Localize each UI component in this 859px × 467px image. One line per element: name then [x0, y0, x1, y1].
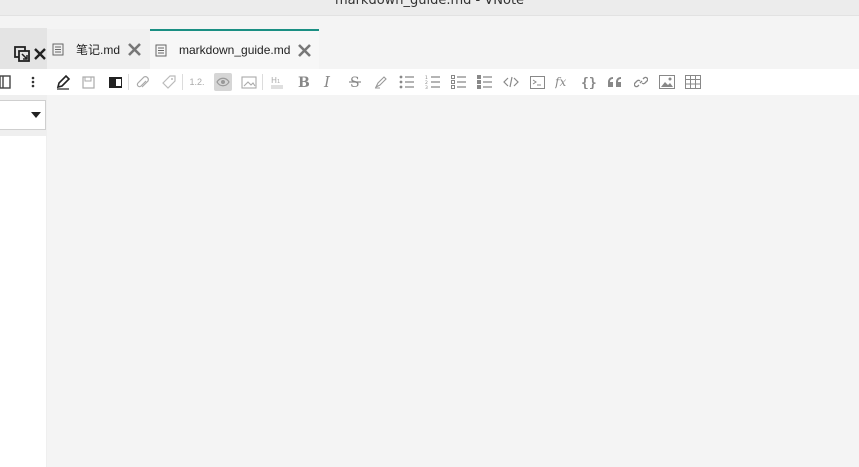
window-switch-icon[interactable] [14, 46, 30, 62]
more-vert-icon[interactable] [24, 73, 42, 91]
italic-icon[interactable]: I [320, 73, 338, 91]
inline-code-icon[interactable] [502, 73, 520, 91]
svg-text:B: B [298, 75, 309, 89]
svg-text:1: 1 [277, 79, 280, 85]
tab-label: 笔记.md [76, 42, 121, 57]
highlight-icon[interactable] [372, 73, 390, 91]
editor-area[interactable] [47, 95, 859, 467]
preview-eye-icon[interactable] [214, 73, 232, 91]
document-icon [52, 43, 64, 56]
numbered-list-icon[interactable]: 123 [424, 73, 442, 91]
notebook-selector[interactable] [0, 100, 46, 130]
tab-markdown-guide[interactable]: markdown_guide.md [150, 29, 319, 69]
title-bar: markdown_guide.md - VNote [0, 0, 859, 16]
bold-icon[interactable]: B [294, 73, 312, 91]
window-title: markdown_guide.md - VNote [334, 0, 525, 8]
svg-text:{}: {} [581, 76, 597, 89]
tag-icon[interactable] [160, 73, 178, 91]
todo-list-icon[interactable] [450, 73, 468, 91]
svg-text:fx: fx [555, 75, 566, 89]
left-panel [0, 95, 47, 467]
tab-label: markdown_guide.md [179, 43, 291, 57]
chevron-down-icon [31, 111, 41, 119]
quote-icon[interactable] [606, 73, 624, 91]
close-icon[interactable] [296, 42, 312, 58]
math-block-icon[interactable]: {} [580, 73, 598, 91]
strikethrough-icon[interactable]: S [346, 73, 364, 91]
code-block-icon[interactable] [528, 73, 546, 91]
image-host-icon[interactable] [240, 73, 258, 91]
checked-list-icon[interactable] [476, 73, 494, 91]
notebook-icon[interactable] [0, 73, 14, 91]
image-icon[interactable] [658, 73, 676, 91]
read-mode-icon[interactable] [106, 73, 124, 91]
svg-text:3: 3 [425, 85, 428, 89]
math-icon[interactable]: fx [554, 73, 572, 91]
table-icon[interactable] [684, 73, 702, 91]
link-icon[interactable] [632, 73, 650, 91]
close-all-icon[interactable] [32, 46, 48, 62]
tab-notes[interactable]: 笔记.md [47, 29, 150, 69]
save-icon[interactable] [79, 73, 97, 91]
notebook-tree[interactable] [0, 136, 46, 467]
tab-tools [0, 28, 47, 69]
svg-text:I: I [323, 75, 331, 89]
editor-toolbar: 1.2. H1 B I S 123 fx {} [0, 69, 859, 95]
attachment-icon[interactable] [134, 73, 152, 91]
document-icon [155, 44, 167, 57]
close-icon[interactable] [126, 41, 142, 57]
edit-pen-icon[interactable] [54, 73, 72, 91]
heading-icon[interactable]: H1 [268, 73, 286, 91]
section-number-icon[interactable]: 1.2. [188, 73, 206, 91]
bullet-list-icon[interactable] [398, 73, 416, 91]
